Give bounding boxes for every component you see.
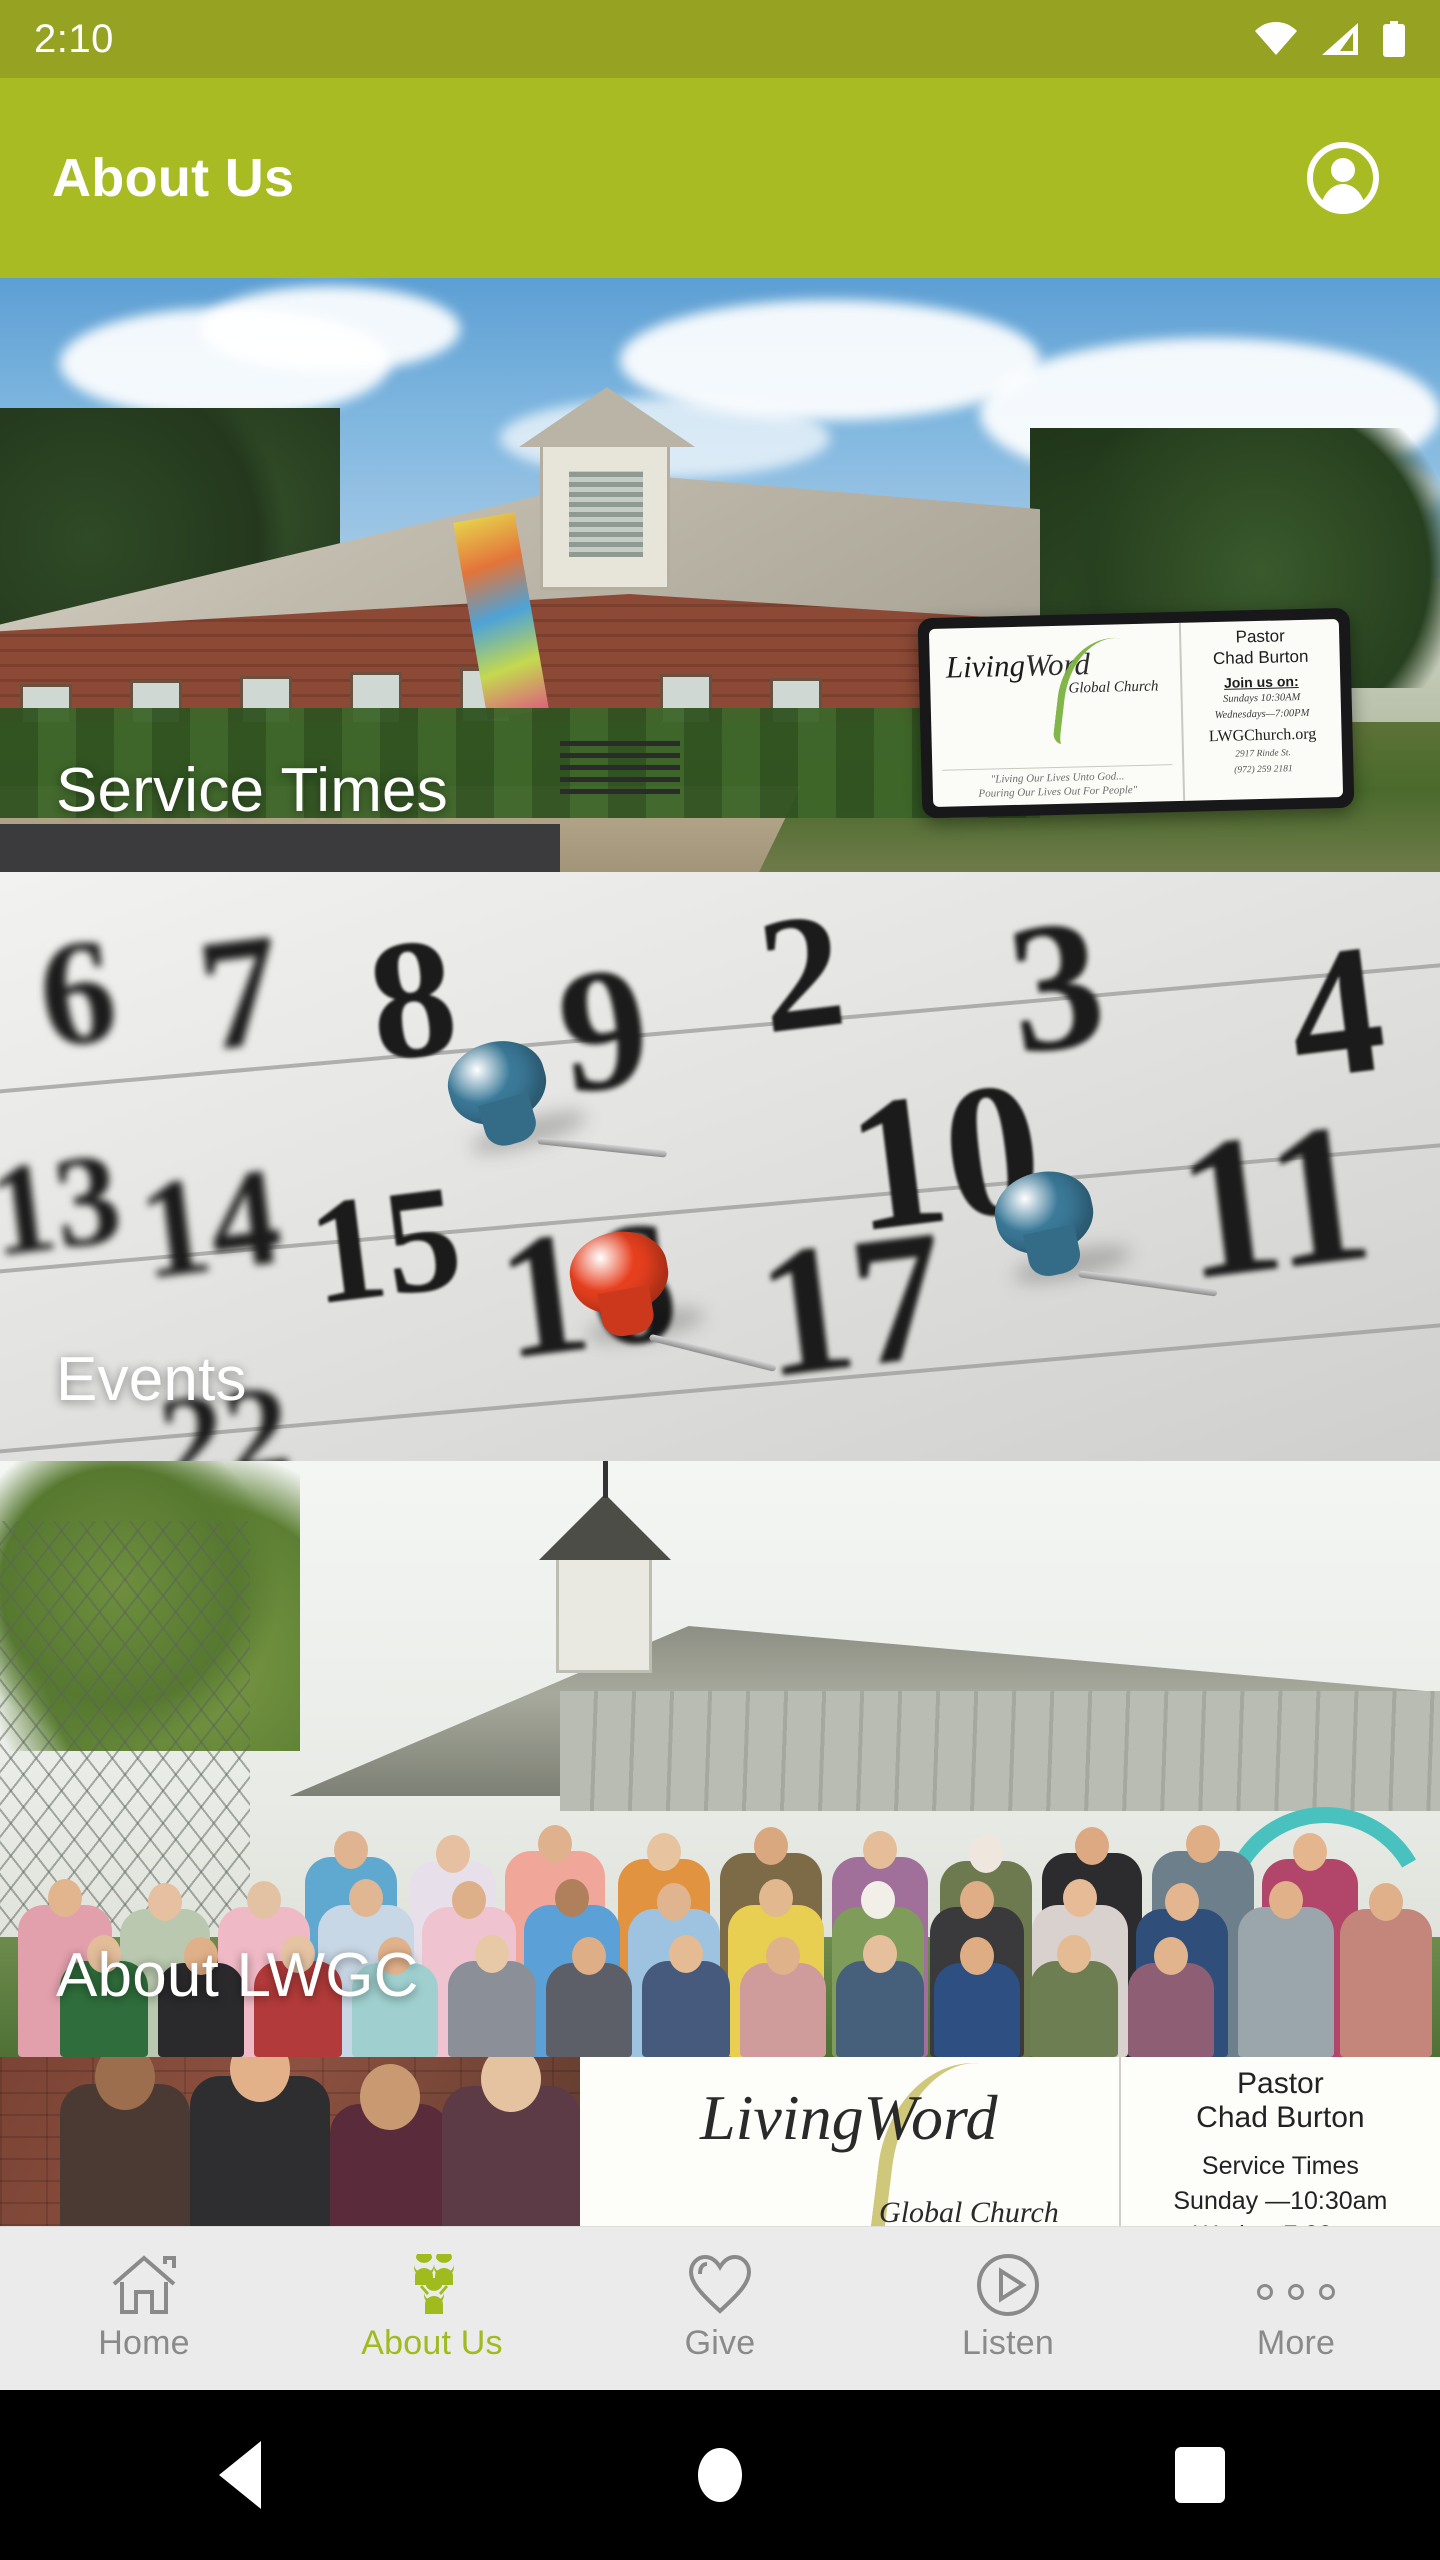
card-events[interactable]: 6 7 8 9 2 3 4 13 14 15 16 17 10 11 22 — [0, 872, 1440, 1461]
circle-icon — [698, 2448, 742, 2502]
tab-label-give: Give — [684, 2324, 756, 2362]
tab-more[interactable]: More — [1152, 2227, 1440, 2390]
sign-phone: (972) 259 2181 — [1234, 763, 1293, 776]
banner-church-name-2: Word — [863, 2082, 998, 2153]
church-sign: LivingWord Global Church "Living Our Liv… — [917, 607, 1355, 819]
banner-pastor-1: Pastor — [1237, 2067, 1324, 2100]
tab-about-us[interactable]: About Us — [288, 2227, 576, 2390]
sign-join-heading: Join us on: — [1223, 673, 1299, 692]
card-label-service-times: Service Times — [56, 756, 448, 825]
banner-church-subtitle: Global Church — [879, 2196, 1059, 2226]
tab-label-about-us: About Us — [361, 2324, 503, 2362]
status-icons — [1254, 21, 1406, 57]
tab-label-listen: Listen — [962, 2324, 1054, 2362]
app-bar: About Us — [0, 78, 1440, 278]
recents-button[interactable] — [960, 2447, 1440, 2503]
card-banner-sign: LivingWord Global Church Pastor Chad Bur… — [580, 2057, 1440, 2226]
battery-icon — [1382, 21, 1406, 57]
people-group-icon — [396, 2254, 468, 2316]
wifi-icon — [1254, 22, 1298, 56]
status-bar: 2:10 — [0, 0, 1440, 78]
tab-label-more: More — [1256, 2324, 1336, 2362]
banner-pastor-2: Chad Burton — [1196, 2100, 1365, 2134]
card-service-times[interactable]: LivingWord Global Church "Living Our Liv… — [0, 278, 1440, 872]
house-icon — [110, 2254, 178, 2316]
card-banner-partial[interactable]: LivingWord Global Church Pastor Chad Bur… — [0, 2057, 1440, 2226]
android-system-nav — [0, 2390, 1440, 2560]
heart-icon — [687, 2254, 753, 2316]
sign-website: LWGChurch.org — [1208, 725, 1317, 745]
card-label-events: Events — [56, 1345, 247, 1414]
phone-screen: 2:10 About Us LivingWord Global Church "… — [0, 0, 1440, 2560]
sign-service-sunday: Sundays 10:30AM — [1222, 692, 1301, 706]
triangle-left-icon — [219, 2441, 261, 2509]
sign-pastor-2: Chad Burton — [1212, 646, 1309, 668]
tab-give[interactable]: Give — [576, 2227, 864, 2390]
card-label-about-lwgc: About LWGC — [56, 1941, 419, 2010]
account-circle-icon[interactable] — [1298, 133, 1388, 223]
three-dots-icon — [1257, 2254, 1335, 2316]
sign-service-wednesday: Wednesdays—7:00PM — [1214, 707, 1310, 721]
home-button[interactable] — [480, 2448, 960, 2502]
status-time: 2:10 — [34, 17, 114, 61]
banner-service-heading: Service Times — [1201, 2152, 1359, 2181]
banner-service-wednesday: Wed — 7:00pm — [1135, 2219, 1426, 2226]
sign-address: 2917 Rinde St. — [1235, 747, 1291, 760]
card-image-family-photo — [0, 2057, 580, 2226]
page-title: About Us — [52, 148, 295, 208]
app-bar-actions — [1298, 133, 1388, 223]
pushpin-red — [563, 1224, 777, 1373]
tab-label-home: Home — [98, 2324, 190, 2362]
card-about-lwgc[interactable]: About LWGC — [0, 1461, 1440, 2057]
sign-church-name-1: Living — [945, 647, 1026, 685]
tab-home[interactable]: Home — [0, 2227, 288, 2390]
sign-pastor-1: Pastor — [1235, 626, 1285, 647]
cellular-signal-icon — [1320, 22, 1360, 56]
square-icon — [1175, 2447, 1225, 2503]
tab-listen[interactable]: Listen — [864, 2227, 1152, 2390]
banner-church-name-1: Living — [700, 2082, 864, 2153]
banner-service-sunday: Sunday —10:30am — [1173, 2186, 1388, 2215]
card-list[interactable]: LivingWord Global Church "Living Our Liv… — [0, 278, 1440, 2226]
back-button[interactable] — [0, 2441, 480, 2509]
bottom-tab-bar: Home About Us Give Listen More — [0, 2226, 1440, 2390]
play-circle-icon — [976, 2254, 1040, 2316]
